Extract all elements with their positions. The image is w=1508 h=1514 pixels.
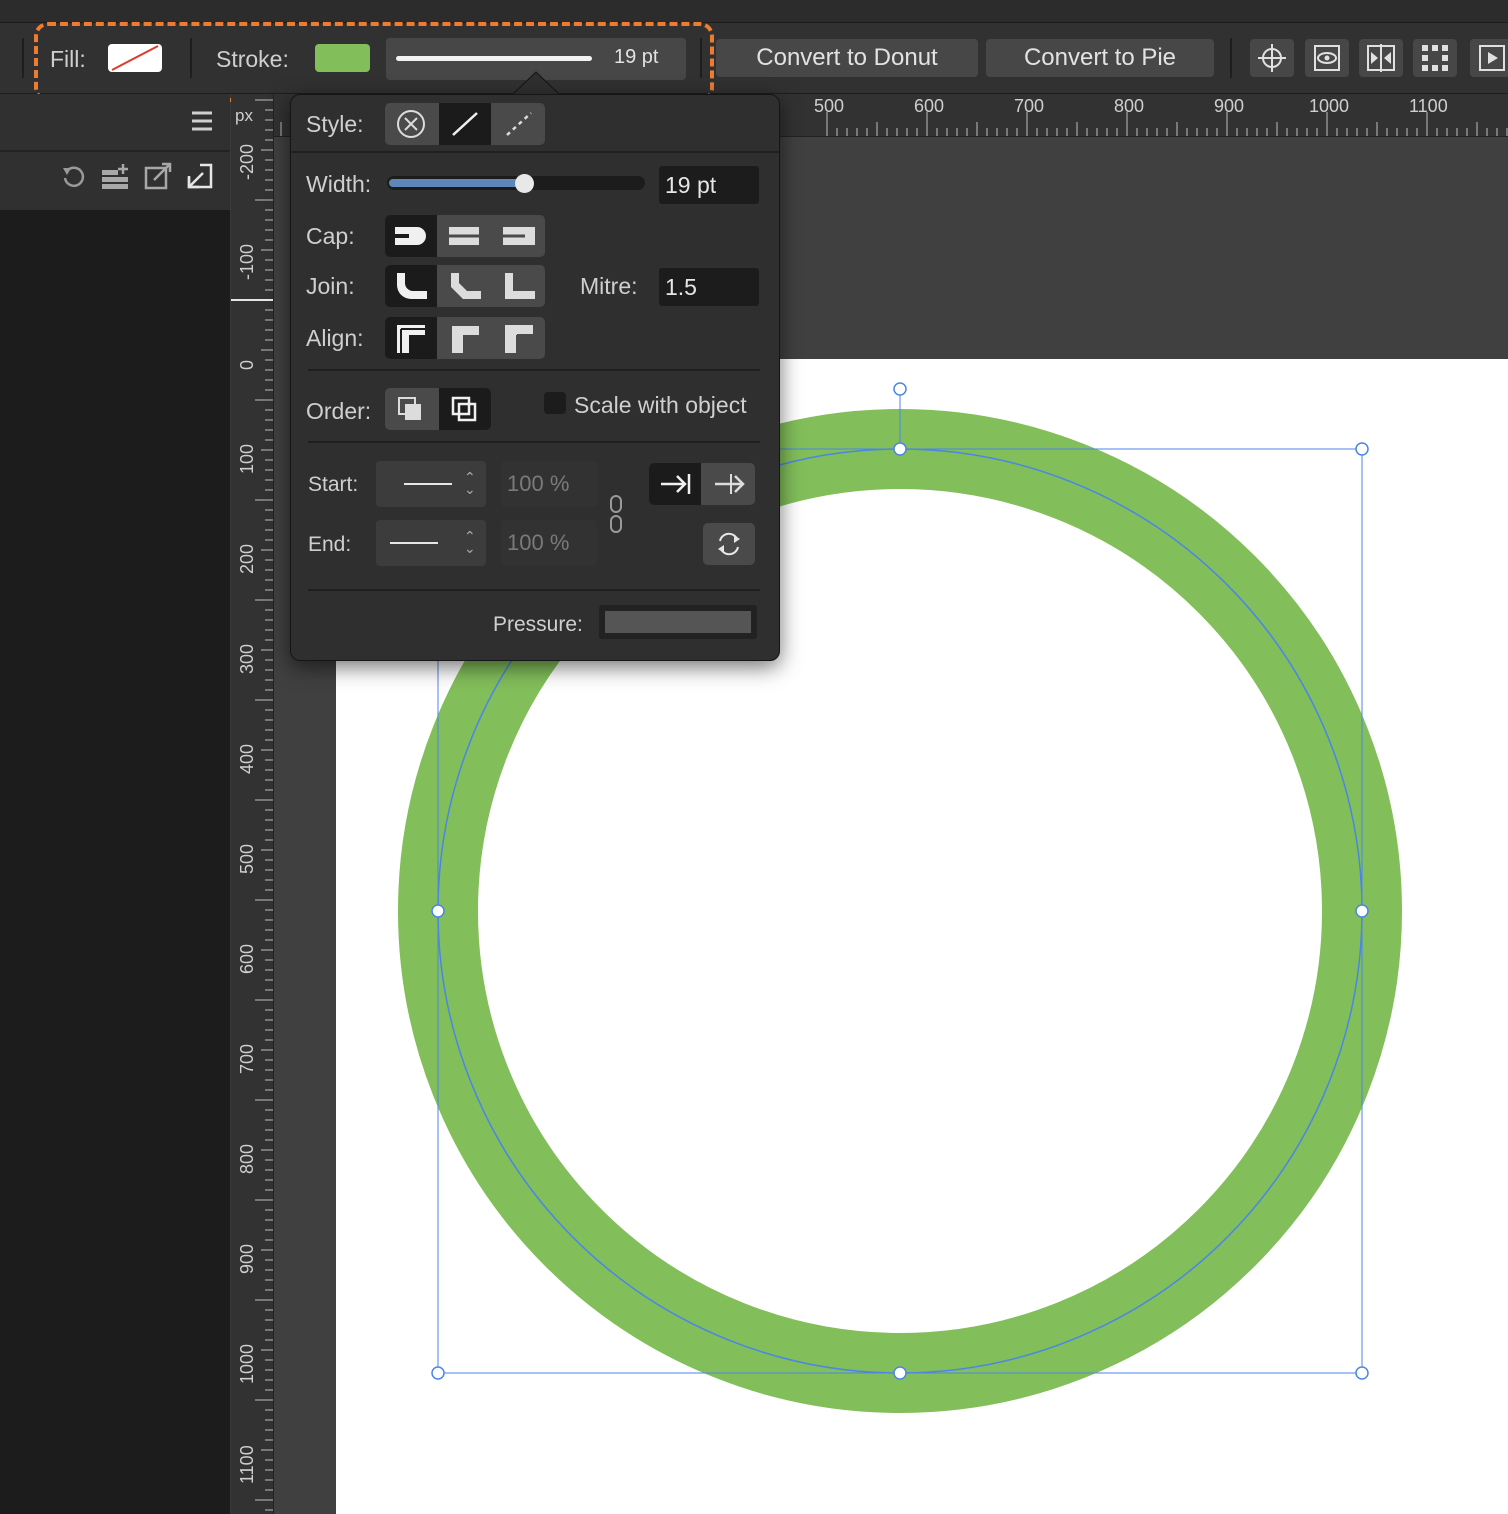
style-label: Style: [306, 111, 364, 137]
arrow-position-segmented [649, 463, 755, 505]
rotation-handle[interactable] [893, 382, 907, 396]
pressure-graph[interactable] [599, 605, 757, 639]
start-scale-value: 100 % [507, 471, 570, 496]
style-segmented [385, 103, 545, 145]
start-scale-field[interactable]: 100 % [501, 461, 597, 507]
end-scale-field[interactable]: 100 % [501, 520, 597, 566]
stroke-behind-fill-icon[interactable] [385, 388, 437, 430]
align-outside-icon[interactable] [493, 317, 545, 359]
start-stepper-icon: ⌃ ⌄ [464, 469, 476, 497]
join-label: Join: [306, 273, 355, 299]
align-label: Align: [306, 325, 364, 351]
align-center-icon[interactable] [385, 317, 437, 359]
popover-caret [510, 71, 562, 96]
width-label: Width: [306, 171, 372, 197]
swap-arrowheads-icon[interactable] [703, 523, 755, 565]
width-input[interactable]: 19 pt [659, 166, 759, 204]
popover-divider [308, 369, 760, 371]
selection-handle[interactable] [431, 904, 445, 918]
pressure-curve-area [605, 611, 751, 633]
selection-handle[interactable] [431, 1366, 445, 1380]
selection-handle[interactable] [893, 1366, 907, 1380]
mitre-join-icon[interactable] [493, 265, 545, 307]
width-slider-knob[interactable] [515, 174, 534, 193]
popover-divider [308, 441, 760, 443]
width-slider-fill [389, 179, 524, 187]
selection-handle[interactable] [1355, 904, 1369, 918]
cap-label: Cap: [306, 223, 355, 249]
bevel-join-icon[interactable] [439, 265, 491, 307]
selection-handle[interactable] [1355, 442, 1369, 456]
align-inside-icon[interactable] [439, 317, 491, 359]
solid-stroke-icon[interactable] [439, 103, 491, 145]
butt-cap-icon[interactable] [439, 215, 491, 257]
stroke-in-front-icon[interactable] [439, 388, 491, 430]
end-stepper-icon: ⌃ ⌄ [464, 528, 476, 556]
selection-handle[interactable] [893, 442, 907, 456]
dashed-stroke-icon[interactable] [493, 103, 545, 145]
order-label: Order: [306, 398, 372, 424]
end-line-preview [390, 542, 438, 544]
scale-with-object-label: Scale with object [574, 392, 747, 418]
pressure-label: Pressure: [493, 613, 583, 636]
round-join-icon[interactable] [385, 265, 437, 307]
no-stroke-icon[interactable] [385, 103, 437, 145]
align-segmented [385, 317, 545, 359]
end-label: End: [308, 533, 352, 556]
scale-with-object-checkbox[interactable] [544, 392, 566, 414]
mitre-input[interactable]: 1.5 [659, 268, 759, 306]
round-cap-icon[interactable] [385, 215, 437, 257]
start-arrowhead-select[interactable]: ⌃ ⌄ [376, 461, 486, 507]
popover-divider [308, 589, 760, 591]
end-scale-value: 100 % [507, 530, 570, 555]
popover-divider [291, 151, 779, 153]
arrow-beyond-end-icon[interactable] [703, 463, 755, 505]
link-scale-icon[interactable] [608, 495, 624, 538]
order-segmented [385, 388, 491, 430]
start-label: Start: [308, 473, 359, 496]
end-arrowhead-select[interactable]: ⌃ ⌄ [376, 520, 486, 566]
join-segmented [385, 265, 545, 307]
arrow-at-end-icon[interactable] [649, 463, 701, 505]
mitre-label: Mitre: [580, 273, 638, 299]
start-line-preview [404, 483, 452, 485]
selection-handle[interactable] [1355, 1366, 1369, 1380]
stroke-popover: Style: Width: 19 pt Cap: Join: Mitre: 1.… [290, 94, 780, 661]
cap-segmented [385, 215, 545, 257]
square-cap-icon[interactable] [493, 215, 545, 257]
